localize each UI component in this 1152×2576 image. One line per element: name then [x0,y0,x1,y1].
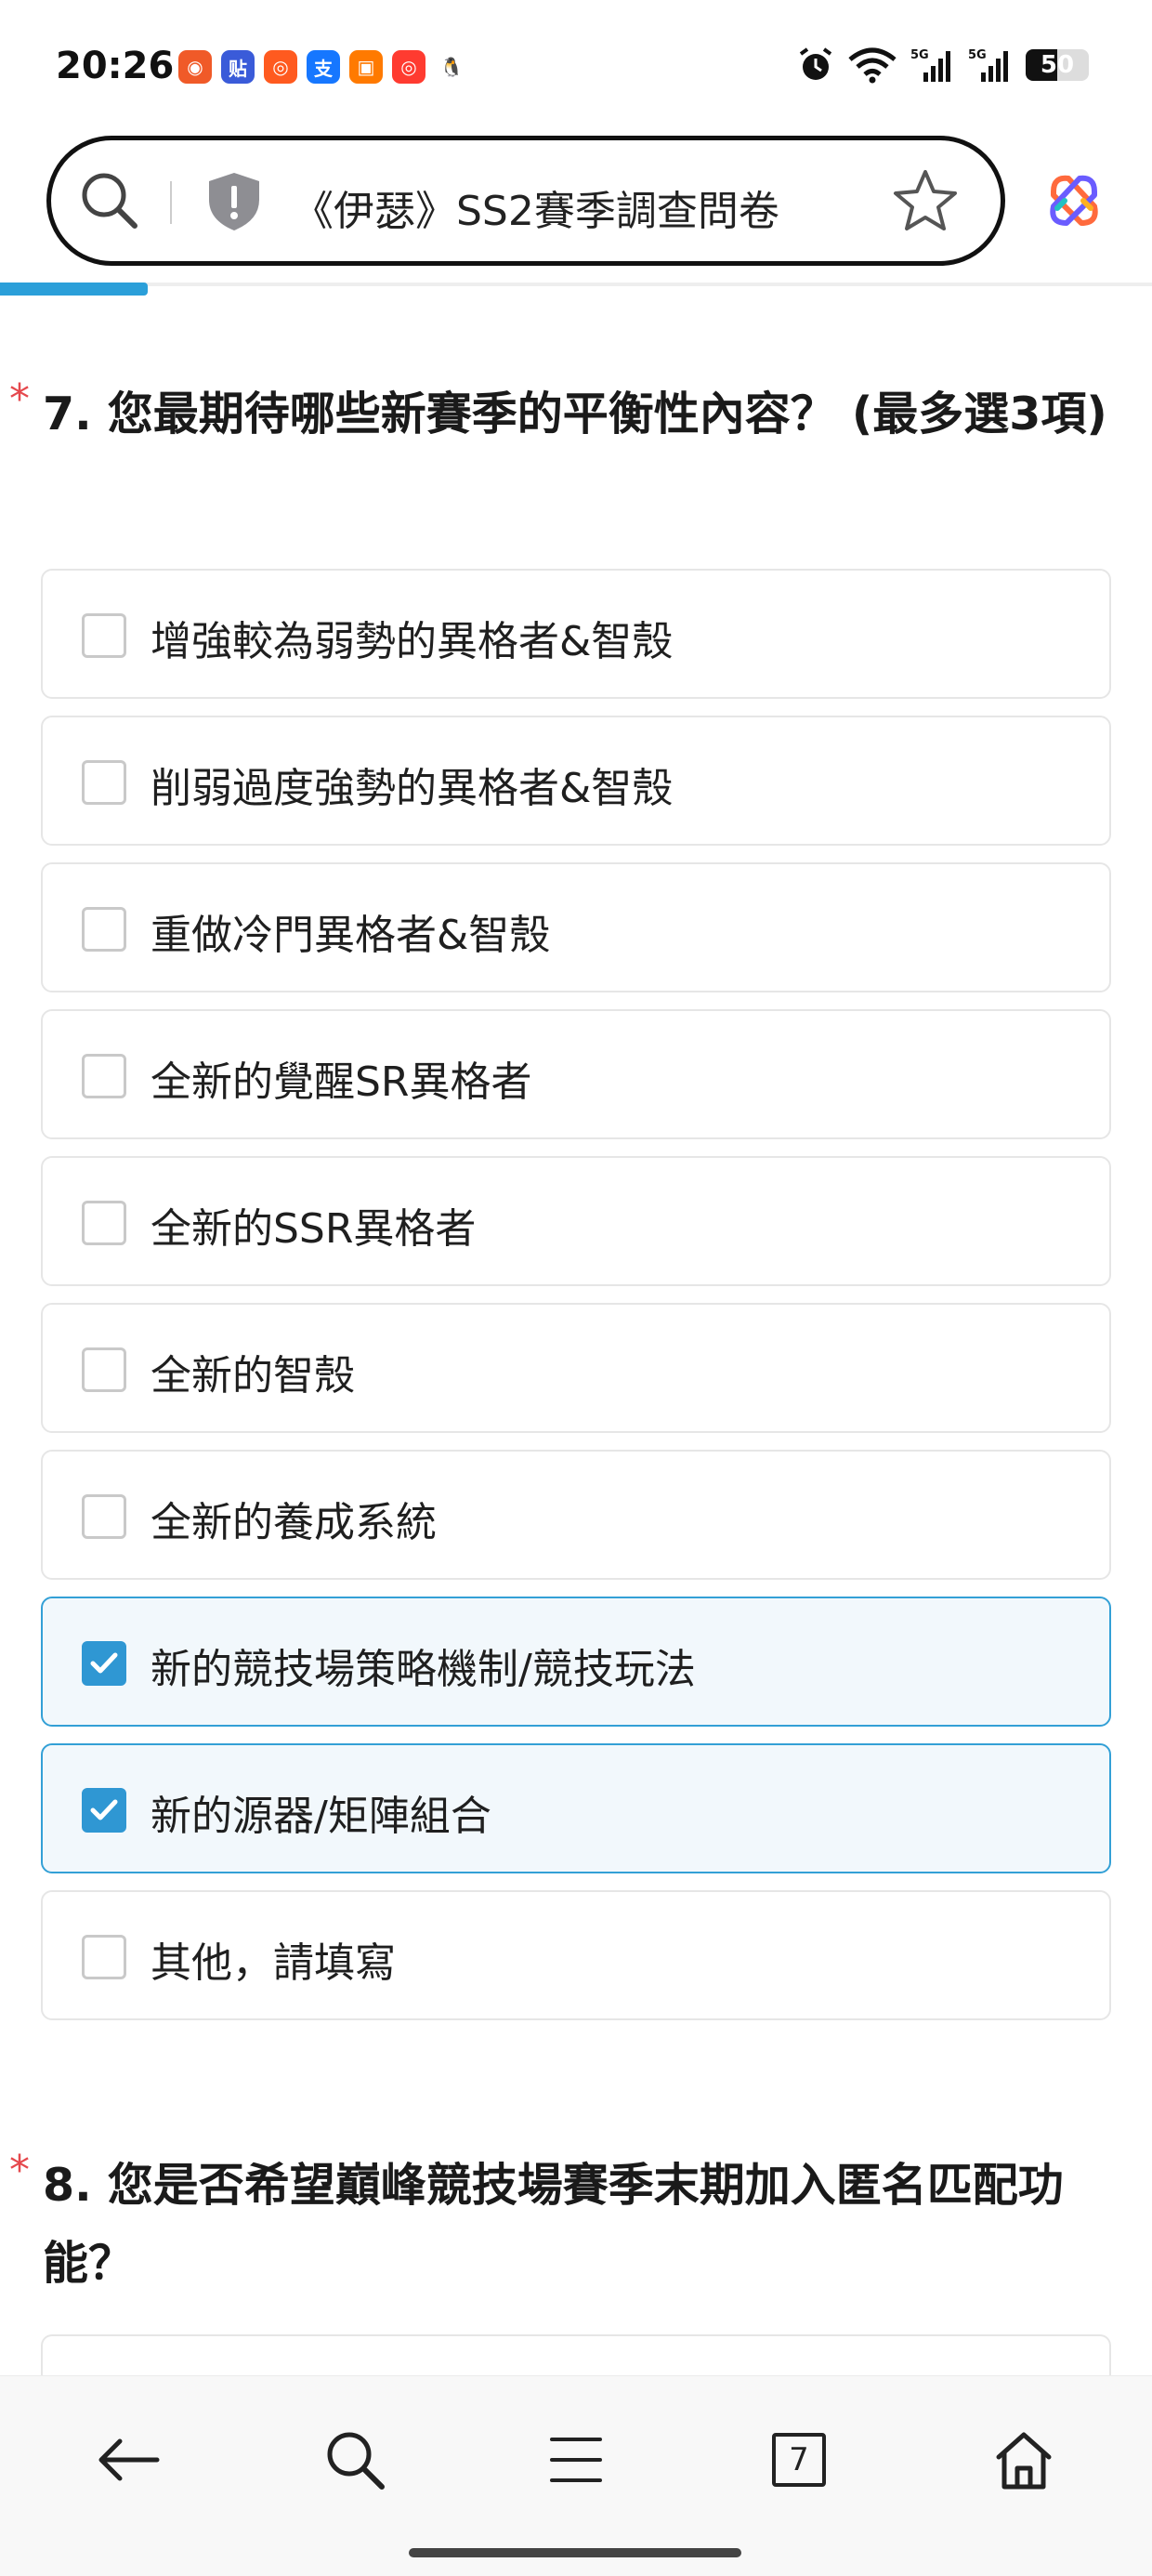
address-divider [170,181,172,224]
required-marker: * [9,375,30,423]
search-icon[interactable] [77,168,142,233]
home-button[interactable] [988,2425,1059,2495]
app-b-icon: ◎ [264,50,297,84]
app-c-icon: ◎ [392,50,425,84]
checkbox[interactable] [82,1347,126,1392]
search-button[interactable] [320,2425,390,2495]
option-label: 新的競技場策略機制/競技玩法 [151,1646,696,1693]
checkbox[interactable] [82,1494,126,1539]
address-bar[interactable]: 《伊瑟》SS2賽季調查問卷 [46,136,1005,266]
question-title: 7. 您最期待哪些新賽季的平衡性內容？ (最多選3項) [43,388,1107,440]
required-marker: * [9,2147,30,2194]
system-icons: 5G 5G 50 [797,46,1089,84]
app-a-icon: ◉ [178,50,212,84]
option-label: 削弱過度強勢的異格者&智殼 [151,765,674,812]
option-label: 全新的智殼 [151,1352,355,1400]
home-icon[interactable] [993,2429,1054,2491]
checkbox[interactable] [82,760,126,805]
bottom-navigation: 7 [0,2375,1152,2576]
tieba-icon: 贴 [221,50,255,84]
option-label: 全新的SSR異格者 [151,1205,477,1253]
option-card[interactable]: 削弱過度強勢的異格者&智殼 [41,716,1111,846]
status-time: 20:26 [56,45,175,87]
option-label: 全新的覺醒SR異格者 [151,1058,532,1106]
checkbox[interactable] [82,613,126,658]
question-options: 增強較為弱勢的異格者&智殼 削弱過度強勢的異格者&智殼 重做冷門異格者&智殼 全新的覺… [41,569,1111,2037]
option-label: 其他，請填寫 [151,1939,396,1987]
checkbox-checked[interactable] [82,1641,126,1686]
checkbox-checked[interactable] [82,1788,126,1833]
checkbox[interactable] [82,1054,126,1098]
tabs-button[interactable]: 7 [764,2425,834,2495]
signal-5g-icon: 5G [968,48,1008,82]
check-icon [90,1799,118,1820]
notification-icons: ◉ 贴 ◎ 支 ▣ ◎ 🐧 [178,50,468,84]
option-card[interactable]: 其他，請填寫 [41,1890,1111,2020]
option-card[interactable]: 增強較為弱勢的異格者&智殼 [41,569,1111,699]
question-title: 8. 您是否希望巔峰競技場賽季末期加入匿名匹配功能？ [43,2159,1064,2290]
option-card[interactable]: 重做冷門異格者&智殼 [41,862,1111,992]
page-load-progress-track [0,283,1152,286]
browser-extension-icon[interactable] [1044,171,1104,230]
search-icon[interactable] [324,2429,386,2491]
checkbox[interactable] [82,1201,126,1245]
checkbox[interactable] [82,1935,126,1979]
battery-percent: 50 [1040,51,1075,79]
option-card[interactable]: 全新的覺醒SR異格者 [41,1009,1111,1139]
wifi-icon [848,47,897,84]
option-label: 全新的養成系統 [151,1499,437,1546]
signal-5g-icon: 5G [910,48,950,82]
menu-icon[interactable] [548,2432,604,2488]
battery-indicator: 50 [1026,49,1089,81]
bookmark-star-icon[interactable] [891,166,960,235]
option-card[interactable]: 新的源器/矩陣組合 [41,1743,1111,1873]
svg-text:5G: 5G [968,48,987,62]
check-icon [90,1652,118,1674]
back-arrow-icon[interactable] [96,2437,161,2483]
home-indicator[interactable] [409,2548,741,2557]
option-label: 新的源器/矩陣組合 [151,1793,491,1840]
option-label: 重做冷門異格者&智殼 [151,912,551,959]
checkbox[interactable] [82,907,126,952]
qq-icon: 🐧 [439,56,464,78]
back-button[interactable] [93,2425,164,2495]
alipay-icon: 支 [307,50,340,84]
option-card[interactable]: 新的競技場策略機制/競技玩法 [41,1597,1111,1727]
option-label: 增強較為弱勢的異格者&智殼 [151,618,674,665]
option-card[interactable]: 全新的智殼 [41,1303,1111,1433]
option-card[interactable]: 全新的養成系統 [41,1450,1111,1580]
tabs-icon[interactable]: 7 [772,2433,826,2487]
page-title[interactable]: 《伊瑟》SS2賽季調查問卷 [293,177,779,237]
option-card[interactable]: 全新的SSR異格者 [41,1156,1111,1286]
menu-button[interactable] [541,2425,611,2495]
svg-text:5G: 5G [910,48,929,62]
shield-icon[interactable] [205,170,263,233]
status-bar: 20:26 ◉ 贴 ◎ 支 ▣ ◎ 🐧 5G 5G 50 [0,0,1152,130]
alarm-icon [799,47,832,80]
wallet-icon: ▣ [349,50,383,84]
page-load-progress-bar [0,283,148,296]
